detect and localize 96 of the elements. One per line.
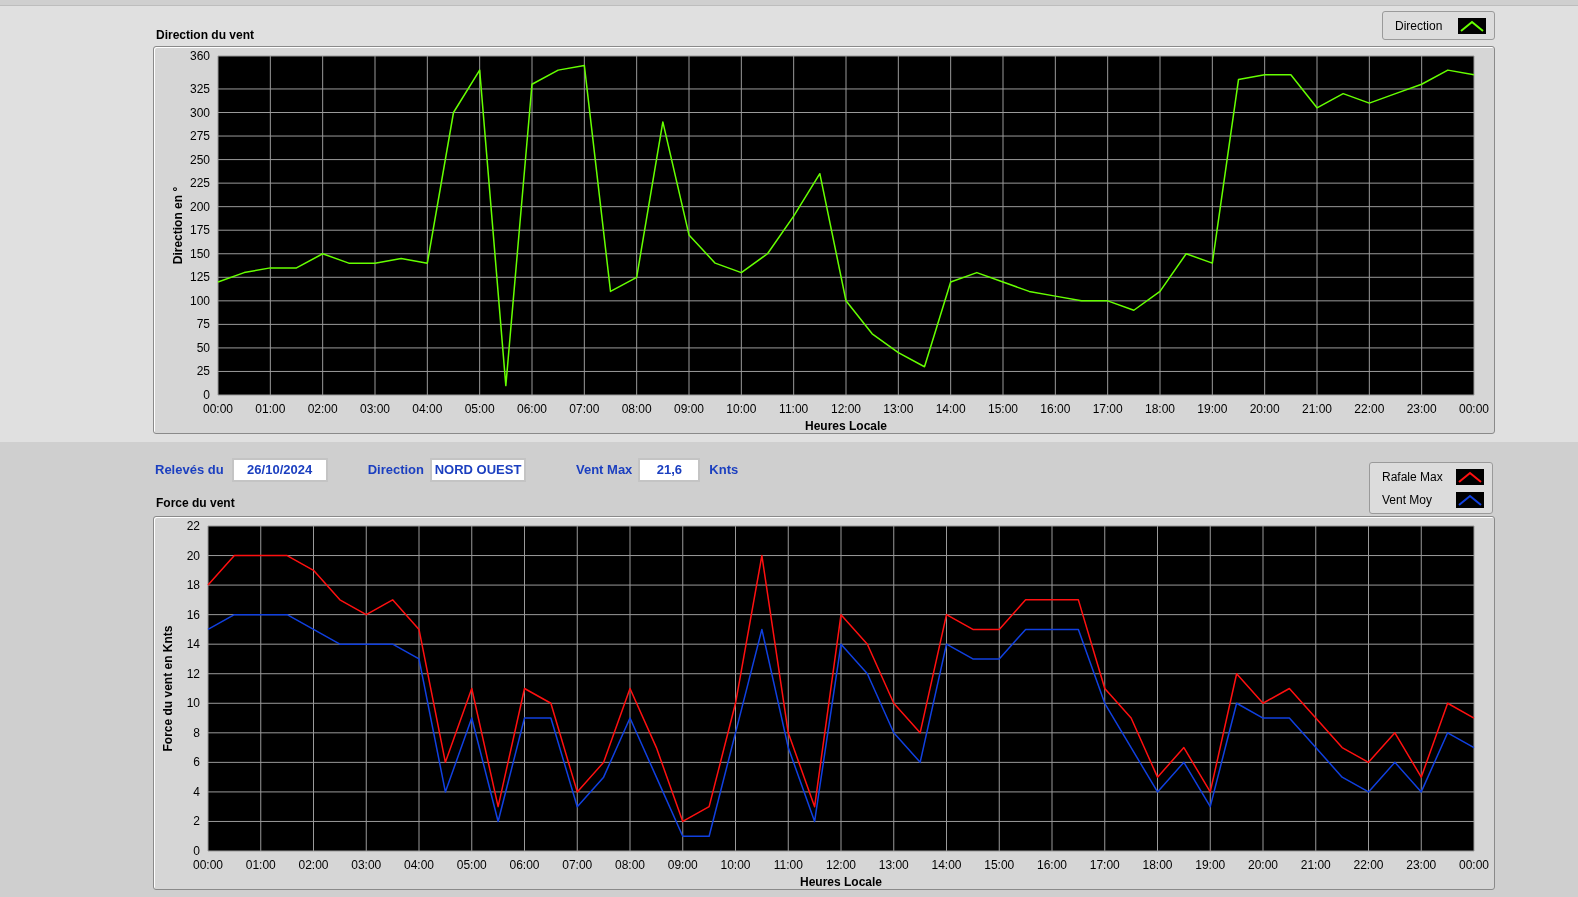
tick-label: 175: [189, 223, 210, 238]
tick-label: 20: [186, 548, 200, 563]
unit-label: Knts: [709, 461, 739, 480]
tick-label: 250: [189, 152, 210, 167]
tick-label: 21:00: [1300, 858, 1331, 872]
tick-label: 10:00: [720, 858, 751, 872]
tick-label: 09:00: [667, 858, 698, 872]
tick-label: 14:00: [935, 402, 966, 416]
tick-label: 04:00: [412, 402, 443, 416]
tick-label: 0: [193, 844, 200, 858]
tick-label: 4: [193, 784, 200, 799]
tick-label: 125: [189, 270, 210, 285]
tick-label: 05:00: [464, 402, 495, 416]
axis-title: Direction en °: [171, 186, 185, 265]
legend-label: Direction: [1395, 17, 1444, 35]
chart-title: Force du vent: [156, 495, 236, 512]
tick-label: 01:00: [245, 858, 276, 872]
tick-label: 75: [196, 317, 210, 332]
line-swatch-icon: [1456, 491, 1484, 508]
tick-label: 23:00: [1406, 858, 1437, 872]
line-swatch-icon: [1456, 468, 1484, 485]
tick-label: 02:00: [307, 402, 338, 416]
tick-label: 22:00: [1354, 402, 1385, 416]
tick-label: 03:00: [360, 402, 390, 416]
tick-label: 16:00: [1040, 402, 1071, 416]
field-label: Vent Max: [576, 461, 633, 480]
tick-label: 25: [196, 364, 210, 379]
tick-label: 07:00: [562, 858, 593, 872]
tick-label: 0: [203, 388, 210, 402]
tick-label: 20:00: [1248, 858, 1278, 872]
tick-label: 18: [186, 578, 200, 593]
tick-label: 03:00: [351, 858, 382, 872]
tick-label: 09:00: [674, 402, 704, 416]
tick-label: 16: [186, 607, 200, 622]
tick-label: 14:00: [931, 858, 962, 872]
tick-label: 10:00: [726, 402, 757, 416]
tick-label: 06:00: [509, 858, 540, 872]
tick-label: 12:00: [831, 402, 861, 416]
direction-field[interactable]: NORD OUEST: [430, 458, 526, 482]
tick-label: 2: [193, 814, 200, 829]
tick-label: 05:00: [456, 858, 487, 872]
tick-label: 18:00: [1142, 858, 1173, 872]
tick-label: 17:00: [1089, 858, 1120, 872]
tick-label: 00:00: [203, 402, 233, 416]
tick-label: 15:00: [988, 402, 1018, 416]
tick-label: 06:00: [517, 402, 547, 416]
max-speed-field[interactable]: 21,6: [638, 458, 701, 482]
tick-label: 00:00: [1459, 858, 1489, 872]
tick-label: 07:00: [569, 402, 600, 416]
line-swatch-icon: [1458, 17, 1486, 34]
axis-title: Heures Locale: [800, 875, 882, 889]
tick-label: 21:00: [1302, 402, 1332, 416]
tick-label: 12: [186, 666, 200, 681]
tick-label: 16:00: [1037, 858, 1067, 872]
tick-label: 13:00: [883, 402, 914, 416]
tick-label: 14: [186, 637, 200, 652]
tick-label: 11:00: [773, 858, 803, 872]
chart-title: Direction du vent: [156, 27, 254, 44]
tick-label: 08:00: [621, 402, 652, 416]
tick-label: 19:00: [1197, 402, 1228, 416]
tick-label: 13:00: [878, 858, 909, 872]
tick-label: 100: [189, 293, 210, 308]
tick-label: 02:00: [298, 858, 329, 872]
axis-title: Force du vent en Knts: [161, 625, 175, 752]
tick-label: 01:00: [255, 402, 286, 416]
tick-label: 50: [196, 340, 210, 355]
date-field[interactable]: 26/10/2024: [231, 458, 328, 482]
legend-label: Rafale Max: [1382, 468, 1444, 486]
tick-label: 00:00: [1459, 402, 1489, 416]
tick-label: 12:00: [826, 858, 856, 872]
axis-title: Heures Locale: [805, 419, 887, 433]
field-label: Direction: [367, 461, 424, 480]
tick-label: 150: [189, 246, 210, 261]
tick-label: 6: [193, 755, 200, 770]
field-label: Relevés du: [155, 461, 224, 480]
tick-label: 23:00: [1406, 402, 1437, 416]
tick-label: 8: [193, 725, 200, 740]
tick-label: 20:00: [1249, 402, 1280, 416]
tick-label: 300: [189, 105, 210, 120]
tick-label: 22:00: [1353, 858, 1384, 872]
tick-label: 10: [186, 696, 200, 711]
tick-label: 325: [189, 81, 210, 96]
tick-label: 360: [189, 49, 210, 63]
tick-label: 19:00: [1195, 858, 1226, 872]
tick-label: 200: [189, 199, 210, 214]
tick-label: 225: [189, 176, 210, 191]
tick-label: 18:00: [1145, 402, 1175, 416]
tick-label: 08:00: [615, 858, 645, 872]
tick-label: 04:00: [404, 858, 434, 872]
tick-label: 275: [189, 129, 210, 144]
tick-label: 17:00: [1092, 402, 1123, 416]
legend-label: Vent Moy: [1382, 491, 1434, 509]
tick-label: 11:00: [779, 402, 809, 416]
tick-label: 15:00: [984, 858, 1015, 872]
tick-label: 22: [186, 519, 200, 533]
tick-label: 00:00: [193, 858, 223, 872]
